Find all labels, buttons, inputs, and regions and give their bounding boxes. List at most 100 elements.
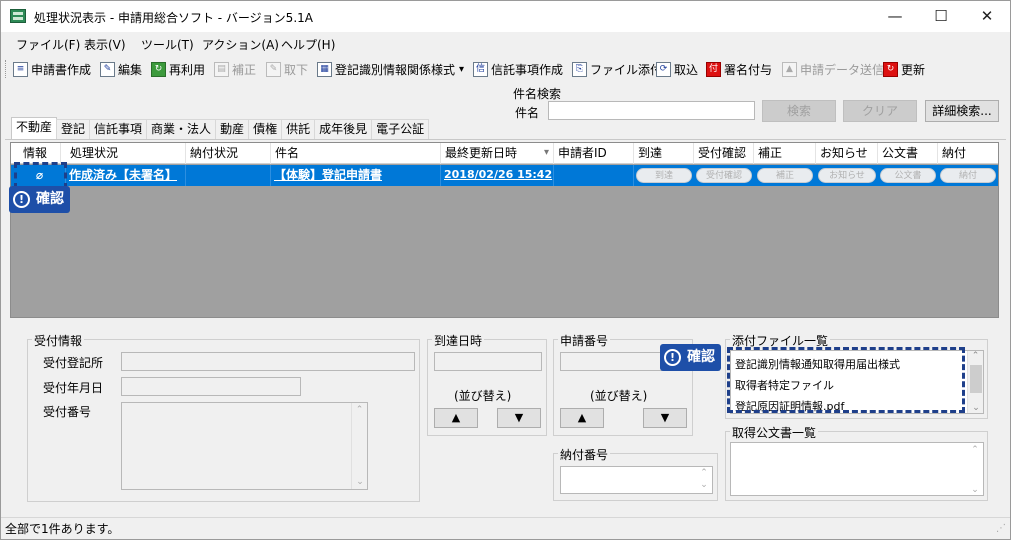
sign-icon: 付 [706, 61, 721, 77]
arrival-sort-up-button[interactable]: ▲ [434, 408, 478, 428]
tab-guardianship[interactable]: 成年後見 [314, 119, 373, 139]
import-label: 取込 [674, 62, 699, 77]
official-docs-list[interactable]: ⌃ ⌄ [730, 442, 984, 496]
chevron-down-icon[interactable]: ▾ [459, 64, 464, 75]
registration-forms-button[interactable]: ▦ 登記識別情報関係様式 ▾ [317, 60, 464, 78]
official-docs-scrollbar[interactable]: ⌃ ⌄ [967, 445, 983, 495]
import-icon: ⟳ [656, 61, 671, 77]
row-payment-status [186, 165, 271, 186]
col-payment-status[interactable]: 納付状況 [186, 143, 271, 164]
payment-number-scrollbar[interactable]: ⌃ ⌄ [696, 467, 712, 493]
col-info[interactable]: 情報 [19, 143, 61, 164]
import-button[interactable]: ⟳ 取込 [656, 60, 698, 78]
subject-search-group: 件名検索 件名 検索 クリア 詳細検索... [507, 85, 1003, 124]
scroll-down-icon[interactable]: ⌄ [352, 477, 368, 487]
col-arrival[interactable]: 到達 [634, 143, 694, 164]
table-row[interactable]: ⌀ 作成済み【未署名】 【体験】登記申請書 2018/02/26 15:42 到… [11, 165, 998, 186]
scroll-up-icon[interactable]: ⌃ [352, 405, 367, 415]
receipt-number-label: 受付番号 [43, 405, 92, 419]
menu-tools[interactable]: ツール(T) [141, 36, 194, 53]
toolbar-grip [5, 60, 8, 78]
edit-button[interactable]: ✎ 編集 [100, 60, 142, 78]
correct-button[interactable]: ▤ 補正 [214, 60, 256, 78]
arrival-date-group: 到達日時 (並び替え) ▲ ▼ [427, 332, 547, 436]
payment-button[interactable]: 納付 [940, 168, 996, 183]
menu-file[interactable]: ファイル(F) [16, 36, 80, 53]
reuse-icon: ↻ [151, 61, 166, 77]
application-sort-up-button[interactable]: ▲ [560, 408, 604, 428]
row-updated[interactable]: 2018/02/26 15:42 [441, 165, 554, 186]
official-docs-title: 取得公文書一覧 [730, 424, 819, 441]
tab-trust[interactable]: 信託事項 [89, 119, 148, 139]
main-window: 処理状況表示 - 申請用総合ソフト - バージョン5.1A — ☐ ✕ ファイル… [0, 0, 1011, 540]
detail-search-button[interactable]: 詳細検索... [925, 100, 999, 122]
col-subject[interactable]: 件名 [271, 143, 441, 164]
minimize-button[interactable]: — [872, 1, 918, 32]
application-number-title: 申請番号 [558, 332, 611, 349]
col-receipt-confirm[interactable]: 受付確認 [694, 143, 754, 164]
resize-grip-icon[interactable]: ⋰ [996, 518, 1006, 539]
close-button[interactable]: ✕ [964, 1, 1010, 32]
col-applicant-id[interactable]: 申請者ID [554, 143, 634, 164]
menu-view[interactable]: 表示(V) [84, 36, 126, 53]
menu-help[interactable]: ヘルプ(H) [281, 36, 335, 53]
create-trust-button[interactable]: 信信託事項作成 [473, 60, 563, 78]
tab-notary[interactable]: 電子公証 [371, 119, 430, 139]
receipt-confirm-button[interactable]: 受付確認 [696, 168, 752, 183]
application-sort-down-button[interactable]: ▼ [643, 408, 687, 428]
col-official-doc[interactable]: 公文書 [878, 143, 938, 164]
arrival-button[interactable]: 到達 [636, 168, 692, 183]
category-tabs: 不動産 登記 信託事項 商業・法人 動産 債権 供託 成年後見 電子公証 [11, 117, 430, 139]
scroll-thumb[interactable] [970, 365, 982, 393]
tab-deposit[interactable]: 供託 [281, 119, 316, 139]
col-payment[interactable]: 納付 [938, 143, 998, 164]
payment-number-title: 納付番号 [558, 446, 611, 463]
col-status[interactable]: 処理状況 [66, 143, 186, 164]
receipt-number-field[interactable] [121, 402, 368, 490]
confirm-callout-label: 確認 [687, 349, 715, 365]
send-icon: ▲ [782, 61, 797, 77]
col-updated[interactable]: 最終更新日時 ▾ [441, 143, 554, 164]
tab-real-estate[interactable]: 不動産 [11, 117, 58, 139]
send-data-label: 申請データ送信 [800, 62, 885, 77]
receipt-info-title: 受付情報 [32, 332, 85, 349]
col-correction[interactable]: 補正 [754, 143, 816, 164]
sign-button[interactable]: 付署名付与 [706, 60, 772, 78]
clear-button[interactable]: クリア [843, 100, 917, 122]
send-data-button[interactable]: ▲ 申請データ送信 [782, 60, 884, 78]
row-status[interactable]: 作成済み【未署名】 [66, 165, 186, 186]
tab-commercial[interactable]: 商業・法人 [146, 119, 217, 139]
col-notice[interactable]: お知らせ [816, 143, 878, 164]
search-button[interactable]: 検索 [762, 100, 836, 122]
reuse-button[interactable]: ↻ 再利用 [151, 60, 205, 78]
scroll-up-icon[interactable]: ⌃ [967, 445, 983, 455]
attachments-scrollbar[interactable]: ⌃ ⌄ [967, 351, 983, 413]
row-subject[interactable]: 【体験】登記申請書 [271, 165, 441, 186]
official-doc-button[interactable]: 公文書 [880, 168, 936, 183]
payment-number-field[interactable] [560, 466, 713, 494]
create-application-button[interactable]: ≡ 申請書作成 [13, 60, 91, 78]
scroll-up-icon[interactable]: ⌃ [968, 351, 983, 361]
correction-button[interactable]: 補正 [757, 168, 813, 183]
row-applicant-id [554, 165, 634, 186]
subject-label: 件名 [515, 106, 540, 120]
tab-movables[interactable]: 動産 [215, 119, 250, 139]
sort-desc-icon: ▾ [543, 147, 549, 158]
withdraw-button[interactable]: ✎ 取下 [266, 60, 308, 78]
menu-action[interactable]: アクション(A) [202, 36, 279, 53]
status-text: 全部で1件あります。 [5, 522, 120, 536]
refresh-button[interactable]: ↻ 更新 [883, 60, 925, 78]
scroll-down-icon[interactable]: ⌄ [968, 403, 984, 413]
arrival-sort-down-button[interactable]: ▼ [497, 408, 541, 428]
tab-registration[interactable]: 登記 [56, 119, 91, 139]
correct-label: 補正 [232, 62, 257, 77]
maximize-button[interactable]: ☐ [918, 1, 964, 32]
attach-file-button[interactable]: ⎘ ファイル添付 [572, 60, 662, 78]
trust-icon: 信 [473, 61, 488, 77]
receipt-number-scrollbar[interactable]: ⌃ ⌄ [351, 403, 367, 489]
notice-button[interactable]: お知らせ [818, 168, 876, 183]
scroll-down-icon[interactable]: ⌄ [967, 485, 983, 495]
subject-search-input[interactable] [548, 101, 755, 120]
tab-receivables[interactable]: 債権 [248, 119, 283, 139]
withdraw-icon: ✎ [266, 61, 281, 77]
